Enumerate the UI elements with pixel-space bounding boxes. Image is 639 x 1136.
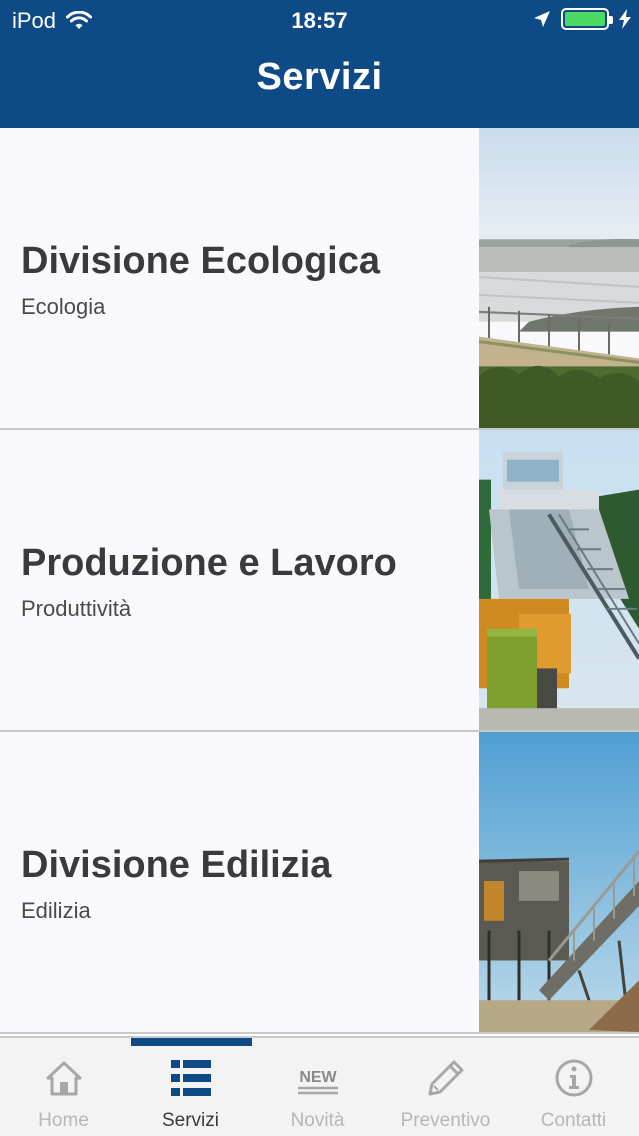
service-title: Produzione e Lavoro xyxy=(21,542,397,584)
home-icon xyxy=(46,1061,81,1096)
service-row-ecologica[interactable]: Divisione Ecologica Ecologia xyxy=(0,128,639,430)
status-right xyxy=(533,8,631,30)
service-subtitle: Edilizia xyxy=(21,898,91,923)
battery-level xyxy=(565,12,605,26)
tab-label: Servizi xyxy=(161,1110,219,1131)
service-row-text: Divisione Ecologica Ecologia xyxy=(21,128,461,428)
tab-preventivo[interactable]: Preventivo xyxy=(382,1048,509,1136)
service-thumbnail-crusher xyxy=(479,732,639,1032)
new-badge-text: NEW xyxy=(299,1069,337,1086)
new-badge-icon: NEW xyxy=(297,1069,338,1095)
tab-label: Novità xyxy=(290,1110,345,1131)
service-subtitle: Ecologia xyxy=(21,294,106,319)
tab-contatti[interactable]: Contatti xyxy=(510,1048,637,1136)
service-row-text: Divisione Edilizia Edilizia xyxy=(21,732,461,1032)
service-row-text: Produzione e Lavoro Produttività xyxy=(21,430,461,730)
page-title: Servizi xyxy=(256,56,383,98)
service-title: Divisione Edilizia xyxy=(21,844,332,886)
services-list: Divisione Ecologica Ecologia Produzione … xyxy=(0,128,639,1034)
status-bar: iPod 18:57 xyxy=(0,0,639,40)
active-tab-indicator xyxy=(131,1038,252,1046)
pencil-icon xyxy=(428,1060,463,1096)
tab-novita[interactable]: NEW Novità xyxy=(254,1048,381,1136)
battery-tip xyxy=(609,16,613,24)
tab-label: Home xyxy=(38,1110,89,1131)
location-arrow-icon xyxy=(534,11,550,27)
battery-icon xyxy=(561,8,613,30)
service-row-produzione[interactable]: Produzione e Lavoro Produttività xyxy=(0,430,639,732)
service-row-edilizia[interactable]: Divisione Edilizia Edilizia xyxy=(0,732,639,1034)
tab-label: Contatti xyxy=(540,1110,607,1131)
tab-servizi[interactable]: Servizi xyxy=(127,1048,254,1136)
list-icon xyxy=(170,1060,211,1096)
app-header: iPod 18:57 Servizi xyxy=(0,0,639,128)
tab-bar: Home Servizi NEW Novità Preventivo Conta… xyxy=(0,1036,639,1136)
info-icon xyxy=(555,1059,592,1097)
bolt-icon xyxy=(619,9,631,29)
service-thumbnail-landfill xyxy=(479,128,639,428)
service-subtitle: Produttività xyxy=(21,596,132,621)
service-thumbnail-plant xyxy=(479,430,639,730)
tab-label: Preventivo xyxy=(400,1110,491,1131)
service-title: Divisione Ecologica xyxy=(21,240,380,282)
tab-home[interactable]: Home xyxy=(0,1048,127,1136)
